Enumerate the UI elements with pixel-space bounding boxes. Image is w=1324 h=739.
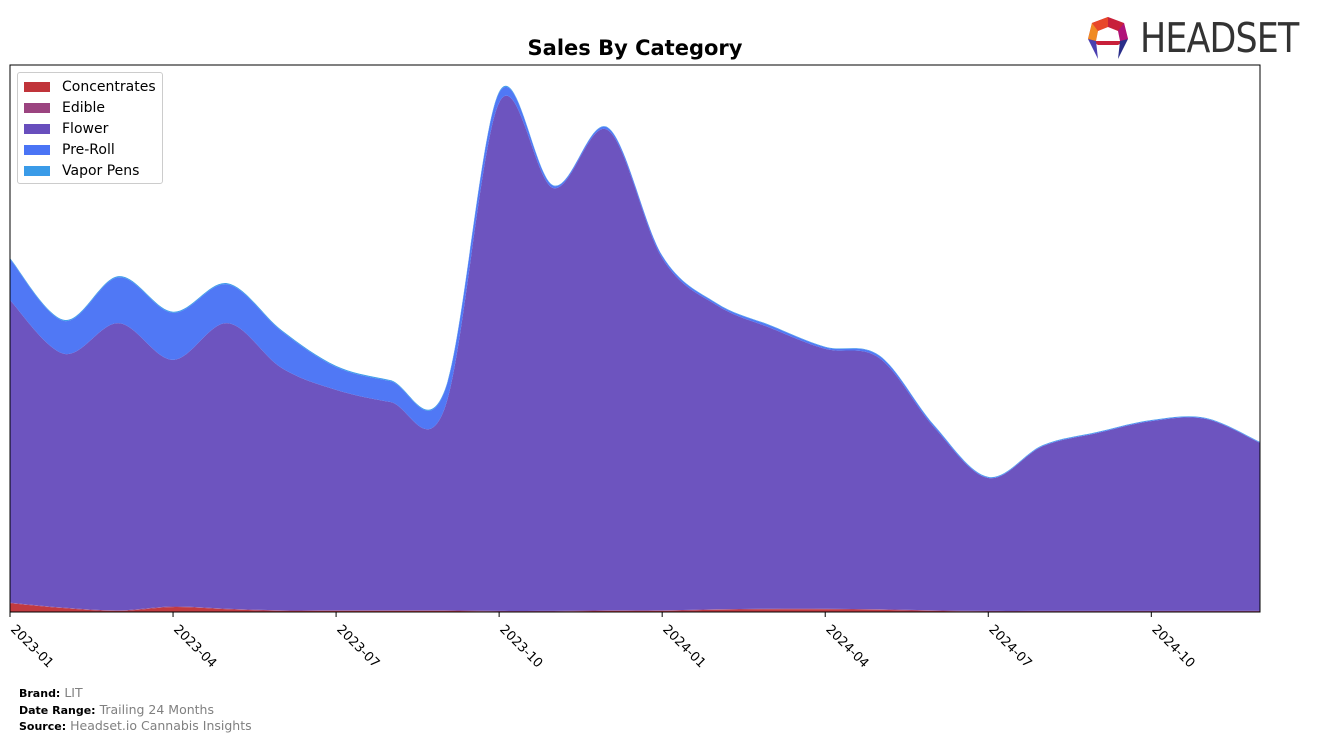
legend-label: Flower [62, 120, 109, 137]
chart-footer: Brand: LIT Date Range: Trailing 24 Months … [19, 685, 252, 735]
legend-label: Pre-Roll [62, 141, 115, 158]
legend-item: Pre-Roll [24, 139, 156, 160]
legend-swatch [24, 144, 50, 155]
legend-swatch [24, 102, 50, 113]
x-tick-label: 2024-07 [985, 622, 1034, 671]
brand-value: LIT [64, 685, 83, 700]
legend: Concentrates Edible Flower Pre-Roll Vapor Pe… [17, 72, 163, 184]
legend-item: Concentrates [24, 76, 156, 97]
headset-logo: HEADSET [1084, 14, 1324, 62]
x-tick-label: 2024-10 [1148, 622, 1197, 671]
legend-label: Concentrates [62, 78, 156, 95]
x-tick-label: 2023-07 [333, 622, 382, 671]
legend-swatch [24, 123, 50, 134]
brand-label: Brand: [19, 687, 61, 700]
legend-item: Edible [24, 97, 156, 118]
x-tick-label: 2024-04 [822, 622, 871, 671]
source-label: Source: [19, 720, 67, 733]
legend-swatch [24, 165, 50, 176]
x-tick-label: 2023-04 [170, 622, 219, 671]
x-tick-label: 2023-10 [496, 622, 545, 671]
x-tick-label: 2024-01 [659, 622, 708, 671]
headset-logo-icon [1088, 17, 1128, 59]
chart-figure: Sales By Category 2023-01 2023-04 2023-07 2… [0, 0, 1324, 739]
source-value: Headset.io Cannabis Insights [70, 718, 252, 733]
chart-svg: 2023-01 2023-04 2023-07 2023-10 2024-01 2024-… [7, 64, 1261, 671]
legend-item: Vapor Pens [24, 160, 156, 181]
legend-label: Edible [62, 99, 106, 116]
logo-text: HEADSET [1140, 14, 1299, 62]
date-range-value: Trailing 24 Months [99, 701, 214, 717]
x-tick-label: 2023-01 [7, 622, 56, 671]
legend-label: Vapor Pens [62, 162, 140, 179]
legend-swatch [24, 81, 50, 92]
legend-item: Flower [24, 118, 156, 139]
date-range-label: Date Range: [19, 703, 96, 717]
